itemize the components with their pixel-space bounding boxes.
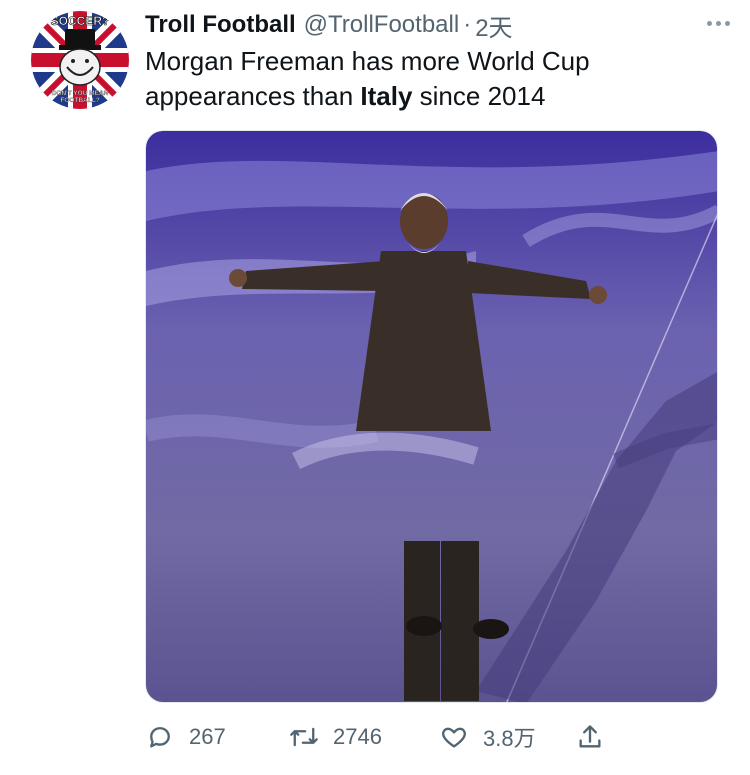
tweet-action-bar: 267 2746 3.8万 (145, 715, 625, 759)
retweet-icon (289, 722, 319, 752)
like-button[interactable]: 3.8万 (439, 715, 536, 759)
tweet-media-photo[interactable] (145, 130, 718, 703)
tweet-header: Troll Football @TrollFootball · 2天 (145, 8, 730, 42)
share-button[interactable] (575, 715, 605, 759)
more-options-button[interactable] (700, 8, 736, 38)
avatar-top-text: SOCCER? (51, 14, 110, 28)
like-count: 3.8万 (483, 726, 536, 751)
avatar-bottom-line2: FOOTBALL? (60, 97, 99, 104)
avatar-image: SOCCER? DON'T YOU MEAN FOOTBALL? (31, 11, 129, 109)
avatar-bottom-line1: DON'T YOU MEAN (52, 90, 109, 97)
separator-dot: · (463, 11, 472, 38)
reply-button[interactable]: 267 (145, 715, 226, 759)
retweet-count: 2746 (333, 724, 382, 749)
tweet-text-bold: Italy (360, 81, 413, 111)
tweet-timestamp[interactable]: 2天 (475, 8, 512, 43)
tweet-text: Morgan Freeman has more World Cup appear… (145, 44, 705, 114)
more-horizontal-icon (706, 20, 712, 26)
share-icon (575, 722, 605, 752)
reply-count: 267 (189, 724, 226, 749)
tweet-text-part2: since 2014 (412, 81, 546, 111)
author-name[interactable]: Troll Football (145, 11, 296, 39)
reply-icon (145, 722, 175, 752)
author-handle[interactable]: @TrollFootball (304, 11, 460, 39)
heart-icon (439, 722, 469, 752)
retweet-button[interactable]: 2746 (289, 715, 382, 759)
photo-image (146, 131, 717, 702)
author-avatar[interactable]: SOCCER? DON'T YOU MEAN FOOTBALL? (31, 11, 129, 109)
